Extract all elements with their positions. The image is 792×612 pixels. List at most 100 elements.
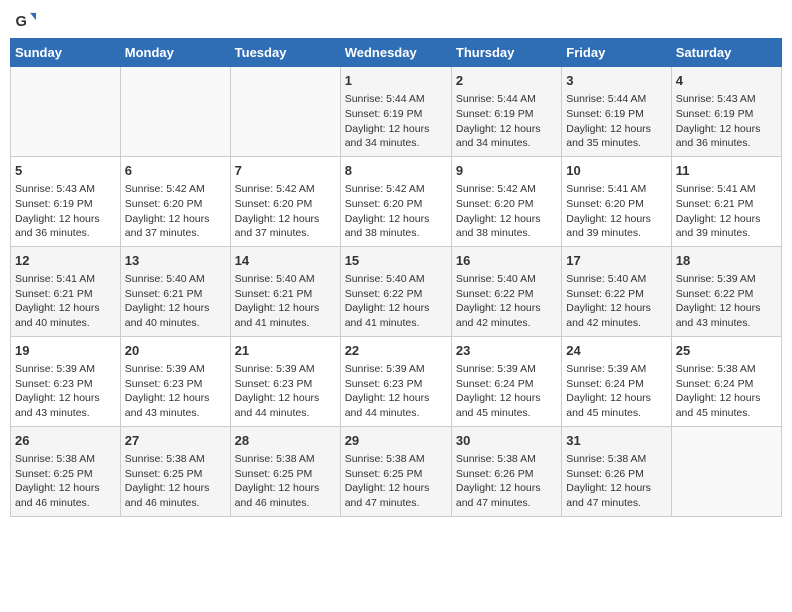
day-info: Sunrise: 5:40 AM Sunset: 6:22 PM Dayligh… xyxy=(456,272,557,331)
calendar-cell: 8 Sunrise: 5:42 AM Sunset: 6:20 PM Daylig… xyxy=(340,156,451,246)
day-info: Sunrise: 5:39 AM Sunset: 6:22 PM Dayligh… xyxy=(676,272,777,331)
day-number: 12 xyxy=(15,252,116,270)
calendar-cell: 19Sunrise: 5:39 AM Sunset: 6:23 PM Dayli… xyxy=(11,336,121,426)
day-info: Sunrise: 5:40 AM Sunset: 6:22 PM Dayligh… xyxy=(345,272,447,331)
day-number: 4 xyxy=(676,72,777,90)
week-row-2: 5Sunrise: 5:43 AM Sunset: 6:19 PM Daylig… xyxy=(11,156,782,246)
calendar-cell: 23 Sunrise: 5:39 AM Sunset: 6:24 PM Dayli… xyxy=(451,336,561,426)
header-row: SundayMondayTuesdayWednesdayThursdayFrid… xyxy=(11,39,782,67)
day-info: Sunrise: 5:39 AM Sunset: 6:24 PM Dayligh… xyxy=(566,362,666,421)
calendar-cell xyxy=(230,67,340,157)
day-info: Sunrise: 5:40 AM Sunset: 6:21 PM Dayligh… xyxy=(125,272,226,331)
day-info: Sunrise: 5:43 AM Sunset: 6:19 PM Dayligh… xyxy=(676,92,777,151)
day-number: 23 xyxy=(456,342,557,360)
calendar-cell: 13 Sunrise: 5:40 AM Sunset: 6:21 PM Dayli… xyxy=(120,246,230,336)
day-number: 20 xyxy=(125,342,226,360)
calendar-cell: 15Sunrise: 5:40 AM Sunset: 6:22 PM Dayli… xyxy=(340,246,451,336)
day-info: Sunrise: 5:43 AM Sunset: 6:19 PM Dayligh… xyxy=(15,182,116,241)
day-number: 24 xyxy=(566,342,666,360)
day-number: 10 xyxy=(566,162,666,180)
day-info: Sunrise: 5:39 AM Sunset: 6:24 PM Dayligh… xyxy=(456,362,557,421)
day-number: 21 xyxy=(235,342,336,360)
calendar-cell: 26 Sunrise: 5:38 AM Sunset: 6:25 PM Dayli… xyxy=(11,426,121,516)
calendar-cell: 11 Sunrise: 5:41 AM Sunset: 6:21 PM Dayli… xyxy=(671,156,781,246)
header-sunday: Sunday xyxy=(11,39,121,67)
calendar-cell: 14 Sunrise: 5:40 AM Sunset: 6:21 PM Dayli… xyxy=(230,246,340,336)
calendar-cell: 21Sunrise: 5:39 AM Sunset: 6:23 PM Dayli… xyxy=(230,336,340,426)
day-number: 7 xyxy=(235,162,336,180)
calendar-cell: 7Sunrise: 5:42 AM Sunset: 6:20 PM Daylig… xyxy=(230,156,340,246)
day-number: 17 xyxy=(566,252,666,270)
calendar-table: SundayMondayTuesdayWednesdayThursdayFrid… xyxy=(10,38,782,517)
calendar-cell: 3 Sunrise: 5:44 AM Sunset: 6:19 PM Daylig… xyxy=(562,67,671,157)
header-friday: Friday xyxy=(562,39,671,67)
day-info: Sunrise: 5:38 AM Sunset: 6:26 PM Dayligh… xyxy=(456,452,557,511)
day-number: 13 xyxy=(125,252,226,270)
calendar-cell: 5Sunrise: 5:43 AM Sunset: 6:19 PM Daylig… xyxy=(11,156,121,246)
calendar-cell: 4 Sunrise: 5:43 AM Sunset: 6:19 PM Daylig… xyxy=(671,67,781,157)
day-number: 3 xyxy=(566,72,666,90)
day-info: Sunrise: 5:40 AM Sunset: 6:21 PM Dayligh… xyxy=(235,272,336,331)
day-info: Sunrise: 5:42 AM Sunset: 6:20 PM Dayligh… xyxy=(125,182,226,241)
svg-text:G: G xyxy=(15,14,26,30)
day-info: Sunrise: 5:40 AM Sunset: 6:22 PM Dayligh… xyxy=(566,272,666,331)
day-info: Sunrise: 5:39 AM Sunset: 6:23 PM Dayligh… xyxy=(345,362,447,421)
day-number: 16 xyxy=(456,252,557,270)
day-number: 2 xyxy=(456,72,557,90)
calendar-cell: 29 Sunrise: 5:38 AM Sunset: 6:25 PM Dayli… xyxy=(340,426,451,516)
calendar-cell: 28 Sunrise: 5:38 AM Sunset: 6:25 PM Dayli… xyxy=(230,426,340,516)
page-header: G xyxy=(10,10,782,32)
calendar-cell: 27 Sunrise: 5:38 AM Sunset: 6:25 PM Dayli… xyxy=(120,426,230,516)
day-info: Sunrise: 5:44 AM Sunset: 6:19 PM Dayligh… xyxy=(345,92,447,151)
calendar-cell: 2 Sunrise: 5:44 AM Sunset: 6:19 PM Daylig… xyxy=(451,67,561,157)
day-info: Sunrise: 5:39 AM Sunset: 6:23 PM Dayligh… xyxy=(125,362,226,421)
day-number: 6 xyxy=(125,162,226,180)
calendar-cell: 31 Sunrise: 5:38 AM Sunset: 6:26 PM Dayli… xyxy=(562,426,671,516)
header-thursday: Thursday xyxy=(451,39,561,67)
day-info: Sunrise: 5:39 AM Sunset: 6:23 PM Dayligh… xyxy=(15,362,116,421)
calendar-cell: 9 Sunrise: 5:42 AM Sunset: 6:20 PM Daylig… xyxy=(451,156,561,246)
day-info: Sunrise: 5:38 AM Sunset: 6:26 PM Dayligh… xyxy=(566,452,666,511)
week-row-1: 1Sunrise: 5:44 AM Sunset: 6:19 PM Daylig… xyxy=(11,67,782,157)
calendar-cell: 25Sunrise: 5:38 AM Sunset: 6:24 PM Dayli… xyxy=(671,336,781,426)
day-info: Sunrise: 5:38 AM Sunset: 6:25 PM Dayligh… xyxy=(15,452,116,511)
calendar-cell: 30Sunrise: 5:38 AM Sunset: 6:26 PM Dayli… xyxy=(451,426,561,516)
day-info: Sunrise: 5:38 AM Sunset: 6:25 PM Dayligh… xyxy=(125,452,226,511)
day-number: 18 xyxy=(676,252,777,270)
day-info: Sunrise: 5:38 AM Sunset: 6:24 PM Dayligh… xyxy=(676,362,777,421)
week-row-3: 12 Sunrise: 5:41 AM Sunset: 6:21 PM Dayli… xyxy=(11,246,782,336)
day-number: 11 xyxy=(676,162,777,180)
day-number: 31 xyxy=(566,432,666,450)
calendar-body: 1Sunrise: 5:44 AM Sunset: 6:19 PM Daylig… xyxy=(11,67,782,517)
day-info: Sunrise: 5:42 AM Sunset: 6:20 PM Dayligh… xyxy=(456,182,557,241)
calendar-cell: 1Sunrise: 5:44 AM Sunset: 6:19 PM Daylig… xyxy=(340,67,451,157)
day-number: 8 xyxy=(345,162,447,180)
day-info: Sunrise: 5:41 AM Sunset: 6:20 PM Dayligh… xyxy=(566,182,666,241)
week-row-5: 26 Sunrise: 5:38 AM Sunset: 6:25 PM Dayli… xyxy=(11,426,782,516)
week-row-4: 19Sunrise: 5:39 AM Sunset: 6:23 PM Dayli… xyxy=(11,336,782,426)
calendar-cell: 16 Sunrise: 5:40 AM Sunset: 6:22 PM Dayli… xyxy=(451,246,561,336)
day-info: Sunrise: 5:38 AM Sunset: 6:25 PM Dayligh… xyxy=(345,452,447,511)
day-number: 26 xyxy=(15,432,116,450)
day-number: 9 xyxy=(456,162,557,180)
header-monday: Monday xyxy=(120,39,230,67)
calendar-cell: 10 Sunrise: 5:41 AM Sunset: 6:20 PM Dayli… xyxy=(562,156,671,246)
day-info: Sunrise: 5:44 AM Sunset: 6:19 PM Dayligh… xyxy=(456,92,557,151)
day-info: Sunrise: 5:42 AM Sunset: 6:20 PM Dayligh… xyxy=(345,182,447,241)
day-number: 28 xyxy=(235,432,336,450)
day-info: Sunrise: 5:38 AM Sunset: 6:25 PM Dayligh… xyxy=(235,452,336,511)
day-number: 27 xyxy=(125,432,226,450)
calendar-cell xyxy=(120,67,230,157)
calendar-cell: 6 Sunrise: 5:42 AM Sunset: 6:20 PM Daylig… xyxy=(120,156,230,246)
calendar-cell xyxy=(671,426,781,516)
day-info: Sunrise: 5:41 AM Sunset: 6:21 PM Dayligh… xyxy=(676,182,777,241)
header-wednesday: Wednesday xyxy=(340,39,451,67)
day-info: Sunrise: 5:41 AM Sunset: 6:21 PM Dayligh… xyxy=(15,272,116,331)
day-number: 22 xyxy=(345,342,447,360)
day-info: Sunrise: 5:44 AM Sunset: 6:19 PM Dayligh… xyxy=(566,92,666,151)
calendar-cell xyxy=(11,67,121,157)
header-tuesday: Tuesday xyxy=(230,39,340,67)
day-number: 14 xyxy=(235,252,336,270)
day-number: 29 xyxy=(345,432,447,450)
calendar-cell: 22 Sunrise: 5:39 AM Sunset: 6:23 PM Dayli… xyxy=(340,336,451,426)
